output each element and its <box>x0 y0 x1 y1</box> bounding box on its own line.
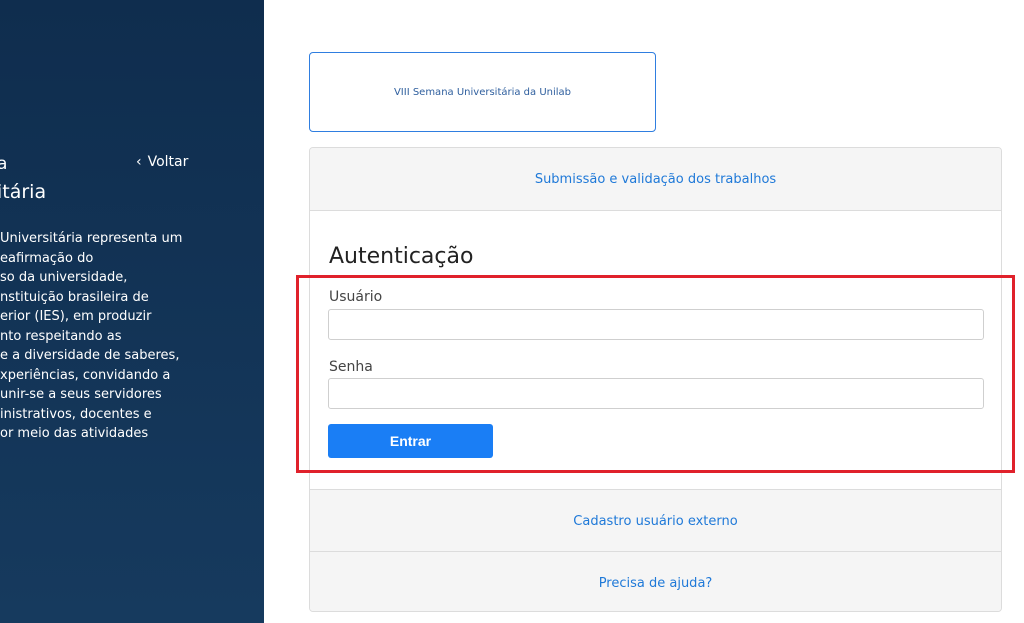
description-line: nstituição brasileira de <box>0 289 149 305</box>
description-line: e a diversidade de saberes, <box>0 348 180 363</box>
sidebar-title-line2: itária <box>0 181 47 203</box>
sidebar-title-line1: a <box>0 154 8 174</box>
external-register-link[interactable]: Cadastro usuário externo <box>310 489 1001 552</box>
username-field[interactable] <box>328 309 984 340</box>
back-link-label: Voltar <box>147 154 189 170</box>
back-link[interactable]: ‹ Voltar <box>136 153 188 171</box>
description-line: erior (IES), em produzir <box>0 309 152 324</box>
username-label: Usuário <box>329 289 383 305</box>
description-line: or meio das atividades <box>0 426 149 441</box>
description-line: xperiências, convidando a <box>0 367 171 383</box>
description-line: nto respeitando as <box>0 328 122 344</box>
description-line: inistrativos, docentes e <box>0 406 152 422</box>
description-line: unir-se a seus servidores <box>0 387 162 402</box>
auth-title: Autenticação <box>329 244 474 269</box>
description-line: Universitária representa um <box>0 231 183 246</box>
description-line: eafirmação do <box>0 250 94 266</box>
event-card[interactable]: VIII Semana Universitária da Unilab <box>309 52 656 132</box>
login-button[interactable]: Entrar <box>328 424 493 458</box>
login-panel: Submissão e validação dos trabalhos Aute… <box>309 147 1002 612</box>
sidebar: a itária ‹ Voltar Universitária represent… <box>0 0 264 623</box>
password-field[interactable] <box>328 378 984 409</box>
chevron-left-icon: ‹ <box>136 154 142 170</box>
description-line: so da universidade, <box>0 270 128 285</box>
password-label: Senha <box>329 359 373 375</box>
help-link[interactable]: Precisa de ajuda? <box>310 551 1001 611</box>
event-card-label: VIII Semana Universitária da Unilab <box>393 86 572 98</box>
submission-link[interactable]: Submissão e validação dos trabalhos <box>310 148 1001 211</box>
sidebar-description: Universitária representa um eafirmação d… <box>0 229 182 444</box>
